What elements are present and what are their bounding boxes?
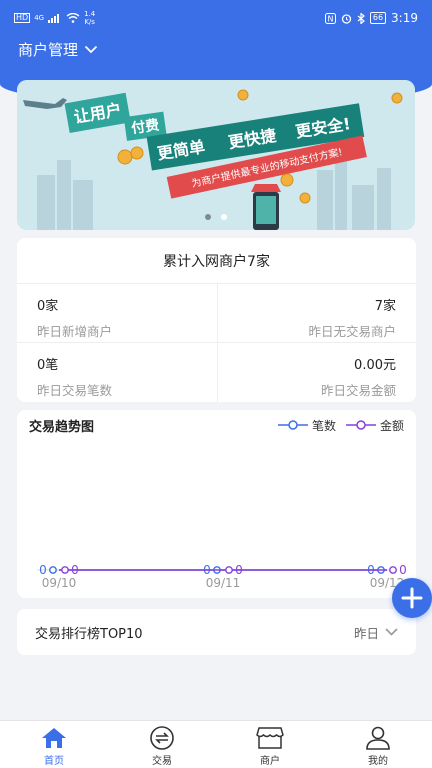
stat-value: 0笔 [37,358,59,373]
x-tick-label: 09/11 [206,576,241,590]
bluetooth-icon [357,12,365,24]
data-point[interactable] [49,566,57,574]
wifi-icon [66,13,80,23]
exchange-icon [150,726,174,750]
data-label: 0 [235,563,243,577]
signal-label: 4G [34,14,45,22]
stat-label: 昨日交易金额 [320,383,396,398]
tab-merchants[interactable]: 商户 [216,721,324,768]
tab-label: 商户 [260,756,280,767]
stat-value: 0家 [37,299,59,314]
trend-chart: 09/10 09/11 09/120 0 00 0 0 [37,563,407,590]
trend-card: 交易趋势图 笔数 金额 09/10 09/11 09/12 0 0 0 0 0 0 [17,410,416,598]
stat-value: 0.00元 [354,358,396,373]
signal-icon [48,14,60,23]
promo-banner[interactable]: 让用户 付费 更简单 更快捷 更安全! 为商户提供最专业的移动支付方案! [17,80,415,230]
data-point[interactable] [225,566,233,574]
store-icon [256,727,284,749]
slide-dot[interactable] [221,214,227,220]
bottom-tab-bar: 首页 交易 商户 我的 [0,720,432,768]
chevron-down-icon [385,628,398,636]
stat-transaction-count[interactable]: 0笔 昨日交易笔数 [17,343,217,402]
battery-level: 66 [369,12,387,24]
data-label: 0 [71,563,79,577]
stat-inactive-merchants[interactable]: 7家 昨日无交易商户 [216,284,416,343]
tab-label: 我的 [368,756,388,767]
page-title: 商户管理 [18,40,79,59]
summary-card: 累计入网商户7家 0家 昨日新增商户 7家 昨日无交易商户 0笔 昨日交易笔数 … [17,238,416,402]
home-icon [42,728,66,748]
alarm-icon [341,13,352,24]
legend-line-icon [345,420,376,430]
stat-label: 昨日交易笔数 [37,383,113,398]
ranking-card[interactable]: 交易排行榜TOP10 昨日 [17,609,416,655]
net-speed-unit: K/s [84,18,95,26]
merchant-total: 累计入网商户7家 [17,238,416,284]
stat-label: 昨日新增商户 [37,324,113,339]
net-speed-value: 1.4 [84,10,96,18]
data-point[interactable] [389,566,397,574]
legend-count-label: 笔数 [311,418,336,433]
period-selector[interactable]: 昨日 [354,623,398,642]
period-label: 昨日 [353,625,379,641]
data-point[interactable] [61,566,69,574]
net-speed: 1.4 K/s [84,10,95,26]
tab-home[interactable]: 首页 [0,721,108,768]
legend-amount[interactable]: 金额 [345,417,404,434]
tab-profile[interactable]: 我的 [324,721,432,768]
ranking-title: 交易排行榜TOP10 [35,626,143,642]
nfc-icon: N [324,12,336,24]
tab-label: 交易 [152,756,172,767]
user-icon [366,726,390,750]
slide-dot[interactable] [205,214,211,220]
stat-transaction-amount[interactable]: 0.00元 昨日交易金额 [216,343,417,402]
tab-label: 首页 [44,756,64,767]
merchant-management-dropdown[interactable]: 商户管理 [18,38,98,60]
legend-line-icon [277,420,308,430]
legend-count[interactable]: 笔数 [277,417,336,434]
data-label: 0 [39,563,47,577]
plus-icon [401,587,423,609]
time: 3:19 [391,11,418,25]
data-label: 0 [399,563,407,577]
shop-phone-icon [251,184,281,230]
chevron-down-icon [84,45,98,53]
stat-label: 昨日无交易商户 [308,324,396,339]
svg-text:N: N [327,14,333,23]
status-bar: HD 4G 1.4 K/s N 66 3:19 [0,0,432,36]
x-tick-label: 09/10 [42,576,77,590]
tab-transactions[interactable]: 交易 [108,721,216,768]
network-type: HD [14,13,31,23]
trend-title: 交易趋势图 [29,419,95,435]
stat-new-merchants[interactable]: 0家 昨日新增商户 [17,284,217,343]
add-button[interactable] [392,578,432,618]
stat-value: 7家 [374,299,396,314]
legend-amount-label: 金额 [379,418,404,433]
chart-legend: 笔数 金额 [277,417,404,434]
